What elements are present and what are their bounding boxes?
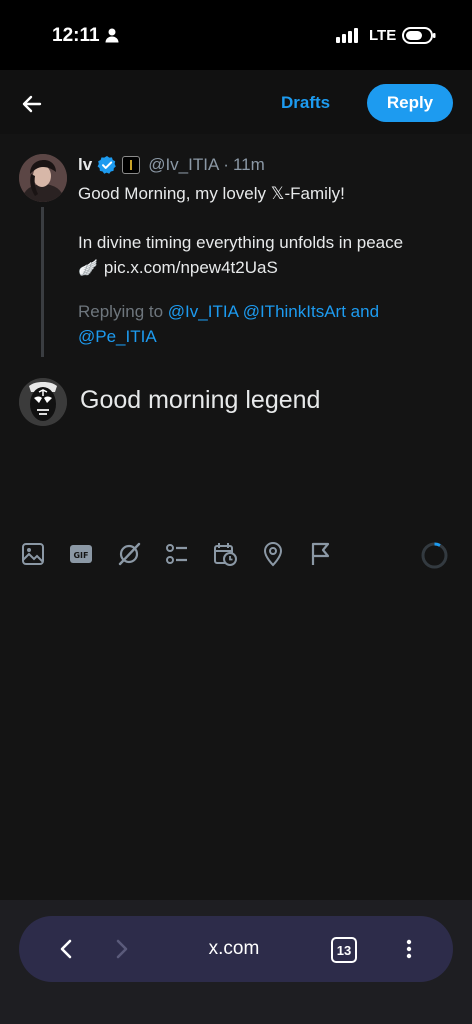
- post-media-link[interactable]: pic.x.com/npew4t2UaS: [104, 258, 278, 278]
- more-menu-icon[interactable]: [397, 937, 421, 961]
- arrow-left-icon[interactable]: [18, 90, 46, 118]
- image-icon[interactable]: [20, 541, 46, 567]
- affiliate-badge-icon: [122, 156, 141, 174]
- character-counter-icon: [421, 542, 448, 569]
- browser-forward-icon[interactable]: [109, 937, 133, 961]
- browser-bottom-bar: x.com 13: [0, 900, 472, 1024]
- user-avatar: [19, 378, 67, 426]
- mention-link[interactable]: @IThinkItsArt: [243, 302, 346, 321]
- gif-icon[interactable]: GIF: [68, 541, 94, 567]
- mention-conjunction: and: [350, 302, 380, 321]
- schedule-icon[interactable]: [212, 541, 238, 567]
- drafts-button[interactable]: Drafts: [281, 93, 330, 113]
- network-type: LTE: [369, 27, 397, 44]
- reply-button[interactable]: Reply: [367, 84, 453, 122]
- replying-to[interactable]: Replying to @Iv_ITIA @IThinkItsArt and @…: [78, 299, 458, 349]
- tab-count-button[interactable]: 13: [331, 937, 357, 963]
- compose-toolbar: GIF: [0, 541, 472, 571]
- mention-link[interactable]: @Pe_ITIA: [78, 327, 157, 346]
- flag-icon[interactable]: [308, 541, 334, 567]
- author-avatar-image: [19, 154, 67, 202]
- grok-icon[interactable]: [116, 541, 142, 567]
- post-text-line1: Good Morning, my lovely 𝕏-Family!: [78, 184, 345, 203]
- author-handle[interactable]: @Iv_ITIA: [148, 155, 219, 175]
- author-name[interactable]: lv: [78, 155, 92, 175]
- signal-icon: [336, 28, 358, 43]
- svg-text:GIF: GIF: [73, 551, 88, 560]
- location-icon[interactable]: [260, 541, 286, 567]
- compose-header: Drafts Reply: [0, 70, 472, 134]
- status-time: 12:11: [52, 25, 100, 46]
- browser-back-icon[interactable]: [55, 937, 79, 961]
- thread-connector: [41, 207, 44, 357]
- person-icon: [105, 28, 119, 43]
- separator-dot: ·: [223, 155, 229, 174]
- browser-url[interactable]: x.com: [189, 938, 279, 960]
- post-time: 11m: [232, 155, 265, 174]
- user-avatar-image: [19, 378, 67, 426]
- browser-nav-pill: x.com 13: [19, 916, 453, 982]
- replying-prefix: Replying to: [78, 302, 164, 321]
- verified-badge-icon: [97, 156, 116, 174]
- mention-link[interactable]: @Iv_ITIA: [168, 302, 238, 321]
- author-avatar[interactable]: [19, 154, 67, 202]
- wing-emoji: 🪽: [78, 260, 98, 277]
- post-text-line2: In divine timing everything unfolds in p…: [78, 233, 404, 252]
- post-text-line3: 🪽 pic.x.com/npew4t2UaS: [78, 258, 278, 278]
- compose-input[interactable]: Good morning legend: [80, 386, 320, 415]
- poll-icon[interactable]: [164, 541, 190, 567]
- post-header: lv @Iv_ITIA · 11m: [78, 155, 265, 175]
- battery-icon: [402, 27, 436, 44]
- status-bar: 12:11 LTE: [0, 0, 472, 70]
